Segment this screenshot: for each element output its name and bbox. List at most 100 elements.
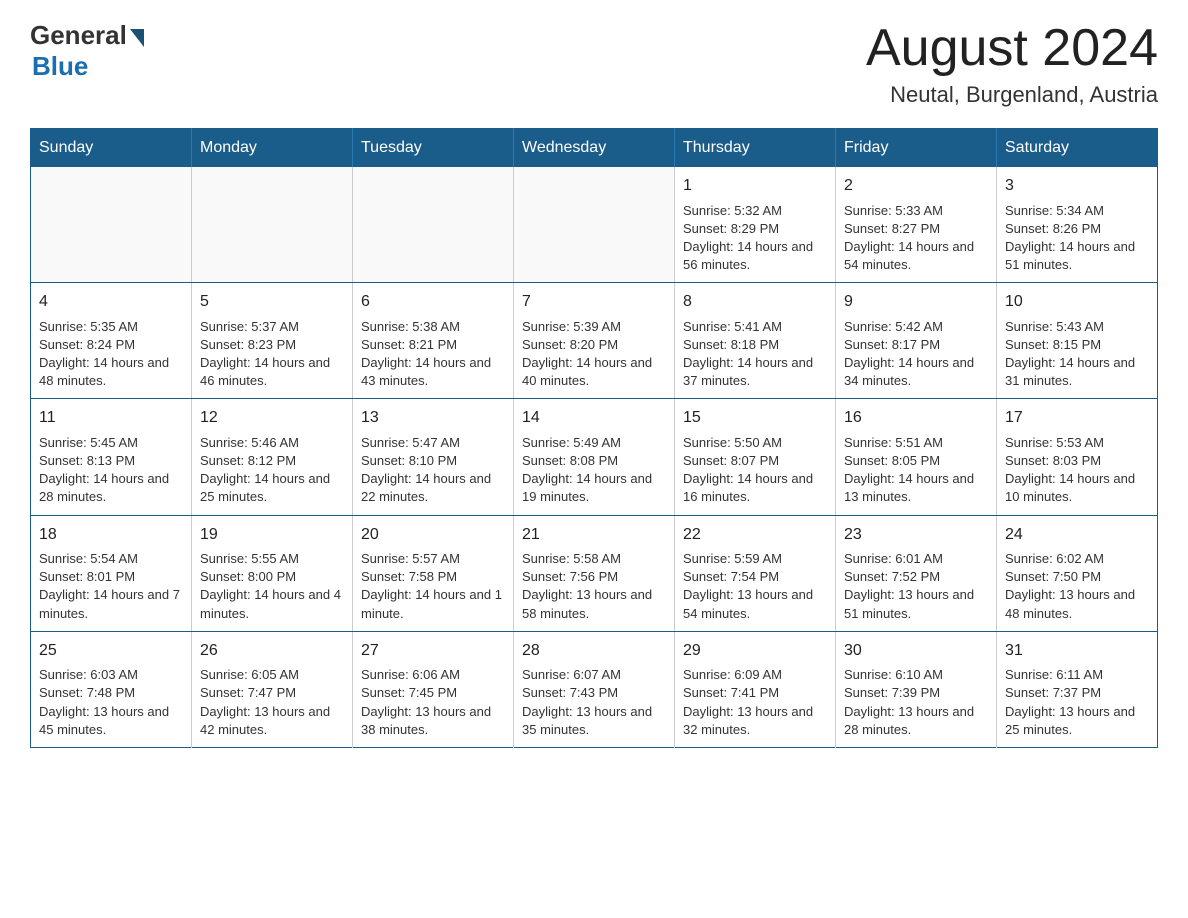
day-info: Sunrise: 5:39 AMSunset: 8:20 PMDaylight:… (522, 318, 666, 391)
calendar-day-cell: 8 Sunrise: 5:41 AMSunset: 8:18 PMDaylight… (675, 283, 836, 399)
day-number: 20 (361, 524, 505, 546)
day-info: Sunrise: 5:35 AMSunset: 8:24 PMDaylight:… (39, 318, 183, 391)
day-number: 6 (361, 291, 505, 313)
day-number: 14 (522, 407, 666, 429)
calendar-day-cell: 10 Sunrise: 5:43 AMSunset: 8:15 PMDayligh… (997, 283, 1158, 399)
calendar-day-cell: 11 Sunrise: 5:45 AMSunset: 8:13 PMDayligh… (31, 399, 192, 515)
day-number: 25 (39, 640, 183, 662)
calendar-day-cell: 24 Sunrise: 6:02 AMSunset: 7:50 PMDayligh… (997, 515, 1158, 631)
calendar-day-header: Monday (192, 129, 353, 168)
day-number: 12 (200, 407, 344, 429)
day-info: Sunrise: 6:05 AMSunset: 7:47 PMDaylight:… (200, 666, 344, 739)
day-info: Sunrise: 5:42 AMSunset: 8:17 PMDaylight:… (844, 318, 988, 391)
day-info: Sunrise: 5:49 AMSunset: 8:08 PMDaylight:… (522, 434, 666, 507)
day-number: 22 (683, 524, 827, 546)
day-info: Sunrise: 5:33 AMSunset: 8:27 PMDaylight:… (844, 202, 988, 275)
calendar-day-cell: 16 Sunrise: 5:51 AMSunset: 8:05 PMDayligh… (836, 399, 997, 515)
day-number: 16 (844, 407, 988, 429)
day-info: Sunrise: 5:55 AMSunset: 8:00 PMDaylight:… (200, 550, 344, 623)
logo-arrow-icon (130, 29, 144, 47)
day-info: Sunrise: 6:09 AMSunset: 7:41 PMDaylight:… (683, 666, 827, 739)
calendar-day-cell: 7 Sunrise: 5:39 AMSunset: 8:20 PMDaylight… (514, 283, 675, 399)
calendar-day-cell: 21 Sunrise: 5:58 AMSunset: 7:56 PMDayligh… (514, 515, 675, 631)
day-info: Sunrise: 5:57 AMSunset: 7:58 PMDaylight:… (361, 550, 505, 623)
day-info: Sunrise: 5:58 AMSunset: 7:56 PMDaylight:… (522, 550, 666, 623)
logo: General Blue (30, 20, 144, 82)
day-number: 28 (522, 640, 666, 662)
calendar-day-cell: 29 Sunrise: 6:09 AMSunset: 7:41 PMDayligh… (675, 631, 836, 747)
calendar-day-cell: 17Sunrise: 5:53 AMSunset: 8:03 PMDayligh… (997, 399, 1158, 515)
day-info: Sunrise: 5:53 AMSunset: 8:03 PMDaylight:… (1005, 434, 1149, 507)
day-info: Sunrise: 6:02 AMSunset: 7:50 PMDaylight:… (1005, 550, 1149, 623)
day-number: 7 (522, 291, 666, 313)
day-info: Sunrise: 5:32 AMSunset: 8:29 PMDaylight:… (683, 202, 827, 275)
day-info: Sunrise: 6:11 AMSunset: 7:37 PMDaylight:… (1005, 666, 1149, 739)
calendar-day-cell: 27Sunrise: 6:06 AMSunset: 7:45 PMDayligh… (353, 631, 514, 747)
day-info: Sunrise: 5:41 AMSunset: 8:18 PMDaylight:… (683, 318, 827, 391)
day-number: 19 (200, 524, 344, 546)
calendar-day-header: Tuesday (353, 129, 514, 168)
calendar-day-cell (514, 167, 675, 283)
calendar-day-cell: 28Sunrise: 6:07 AMSunset: 7:43 PMDayligh… (514, 631, 675, 747)
day-info: Sunrise: 5:59 AMSunset: 7:54 PMDaylight:… (683, 550, 827, 623)
page-header: General Blue August 2024 Neutal, Burgenl… (30, 20, 1158, 108)
day-number: 15 (683, 407, 827, 429)
day-info: Sunrise: 5:54 AMSunset: 8:01 PMDaylight:… (39, 550, 183, 623)
day-number: 30 (844, 640, 988, 662)
calendar-day-cell: 12 Sunrise: 5:46 AMSunset: 8:12 PMDayligh… (192, 399, 353, 515)
day-number: 13 (361, 407, 505, 429)
day-number: 24 (1005, 524, 1149, 546)
day-info: Sunrise: 5:47 AMSunset: 8:10 PMDaylight:… (361, 434, 505, 507)
day-info: Sunrise: 5:43 AMSunset: 8:15 PMDaylight:… (1005, 318, 1149, 391)
day-number: 3 (1005, 175, 1149, 197)
day-number: 18 (39, 524, 183, 546)
day-info: Sunrise: 5:50 AMSunset: 8:07 PMDaylight:… (683, 434, 827, 507)
calendar-week-row: 4 Sunrise: 5:35 AMSunset: 8:24 PMDaylight… (31, 283, 1158, 399)
calendar-day-cell: 2Sunrise: 5:33 AMSunset: 8:27 PMDaylight… (836, 167, 997, 283)
calendar-week-row: 18 Sunrise: 5:54 AMSunset: 8:01 PMDayligh… (31, 515, 1158, 631)
calendar-day-cell: 15 Sunrise: 5:50 AMSunset: 8:07 PMDayligh… (675, 399, 836, 515)
calendar-week-row: 11 Sunrise: 5:45 AMSunset: 8:13 PMDayligh… (31, 399, 1158, 515)
calendar-day-cell: 13 Sunrise: 5:47 AMSunset: 8:10 PMDayligh… (353, 399, 514, 515)
day-number: 11 (39, 407, 183, 429)
calendar-week-row: 1 Sunrise: 5:32 AMSunset: 8:29 PMDaylight… (31, 167, 1158, 283)
calendar-day-cell: 31 Sunrise: 6:11 AMSunset: 7:37 PMDayligh… (997, 631, 1158, 747)
day-info: Sunrise: 5:37 AMSunset: 8:23 PMDaylight:… (200, 318, 344, 391)
calendar-day-cell (31, 167, 192, 283)
day-info: Sunrise: 5:45 AMSunset: 8:13 PMDaylight:… (39, 434, 183, 507)
calendar-day-header: Thursday (675, 129, 836, 168)
calendar-day-cell: 26 Sunrise: 6:05 AMSunset: 7:47 PMDayligh… (192, 631, 353, 747)
day-number: 27 (361, 640, 505, 662)
day-number: 8 (683, 291, 827, 313)
calendar-day-cell: 3Sunrise: 5:34 AMSunset: 8:26 PMDaylight… (997, 167, 1158, 283)
day-number: 29 (683, 640, 827, 662)
location-text: Neutal, Burgenland, Austria (866, 82, 1158, 108)
calendar-day-cell: 25 Sunrise: 6:03 AMSunset: 7:48 PMDayligh… (31, 631, 192, 747)
calendar-day-header: Friday (836, 129, 997, 168)
day-number: 10 (1005, 291, 1149, 313)
day-number: 26 (200, 640, 344, 662)
calendar-header-row: SundayMondayTuesdayWednesdayThursdayFrid… (31, 129, 1158, 168)
day-number: 1 (683, 175, 827, 197)
day-info: Sunrise: 5:51 AMSunset: 8:05 PMDaylight:… (844, 434, 988, 507)
day-info: Sunrise: 5:46 AMSunset: 8:12 PMDaylight:… (200, 434, 344, 507)
title-section: August 2024 Neutal, Burgenland, Austria (866, 20, 1158, 108)
day-number: 9 (844, 291, 988, 313)
calendar-day-cell (353, 167, 514, 283)
calendar-day-cell: 30Sunrise: 6:10 AMSunset: 7:39 PMDayligh… (836, 631, 997, 747)
day-number: 21 (522, 524, 666, 546)
calendar-day-cell: 22 Sunrise: 5:59 AMSunset: 7:54 PMDayligh… (675, 515, 836, 631)
calendar-day-cell: 6Sunrise: 5:38 AMSunset: 8:21 PMDaylight… (353, 283, 514, 399)
calendar-table: SundayMondayTuesdayWednesdayThursdayFrid… (30, 128, 1158, 748)
logo-general-text: General (30, 20, 127, 51)
day-number: 4 (39, 291, 183, 313)
month-title: August 2024 (866, 20, 1158, 77)
calendar-day-cell: 18 Sunrise: 5:54 AMSunset: 8:01 PMDayligh… (31, 515, 192, 631)
calendar-day-cell: 4 Sunrise: 5:35 AMSunset: 8:24 PMDaylight… (31, 283, 192, 399)
calendar-day-cell: 5Sunrise: 5:37 AMSunset: 8:23 PMDaylight… (192, 283, 353, 399)
day-info: Sunrise: 6:03 AMSunset: 7:48 PMDaylight:… (39, 666, 183, 739)
day-number: 31 (1005, 640, 1149, 662)
calendar-day-cell: 1 Sunrise: 5:32 AMSunset: 8:29 PMDaylight… (675, 167, 836, 283)
calendar-day-cell: 20 Sunrise: 5:57 AMSunset: 7:58 PMDayligh… (353, 515, 514, 631)
logo-blue-text: Blue (32, 51, 88, 82)
